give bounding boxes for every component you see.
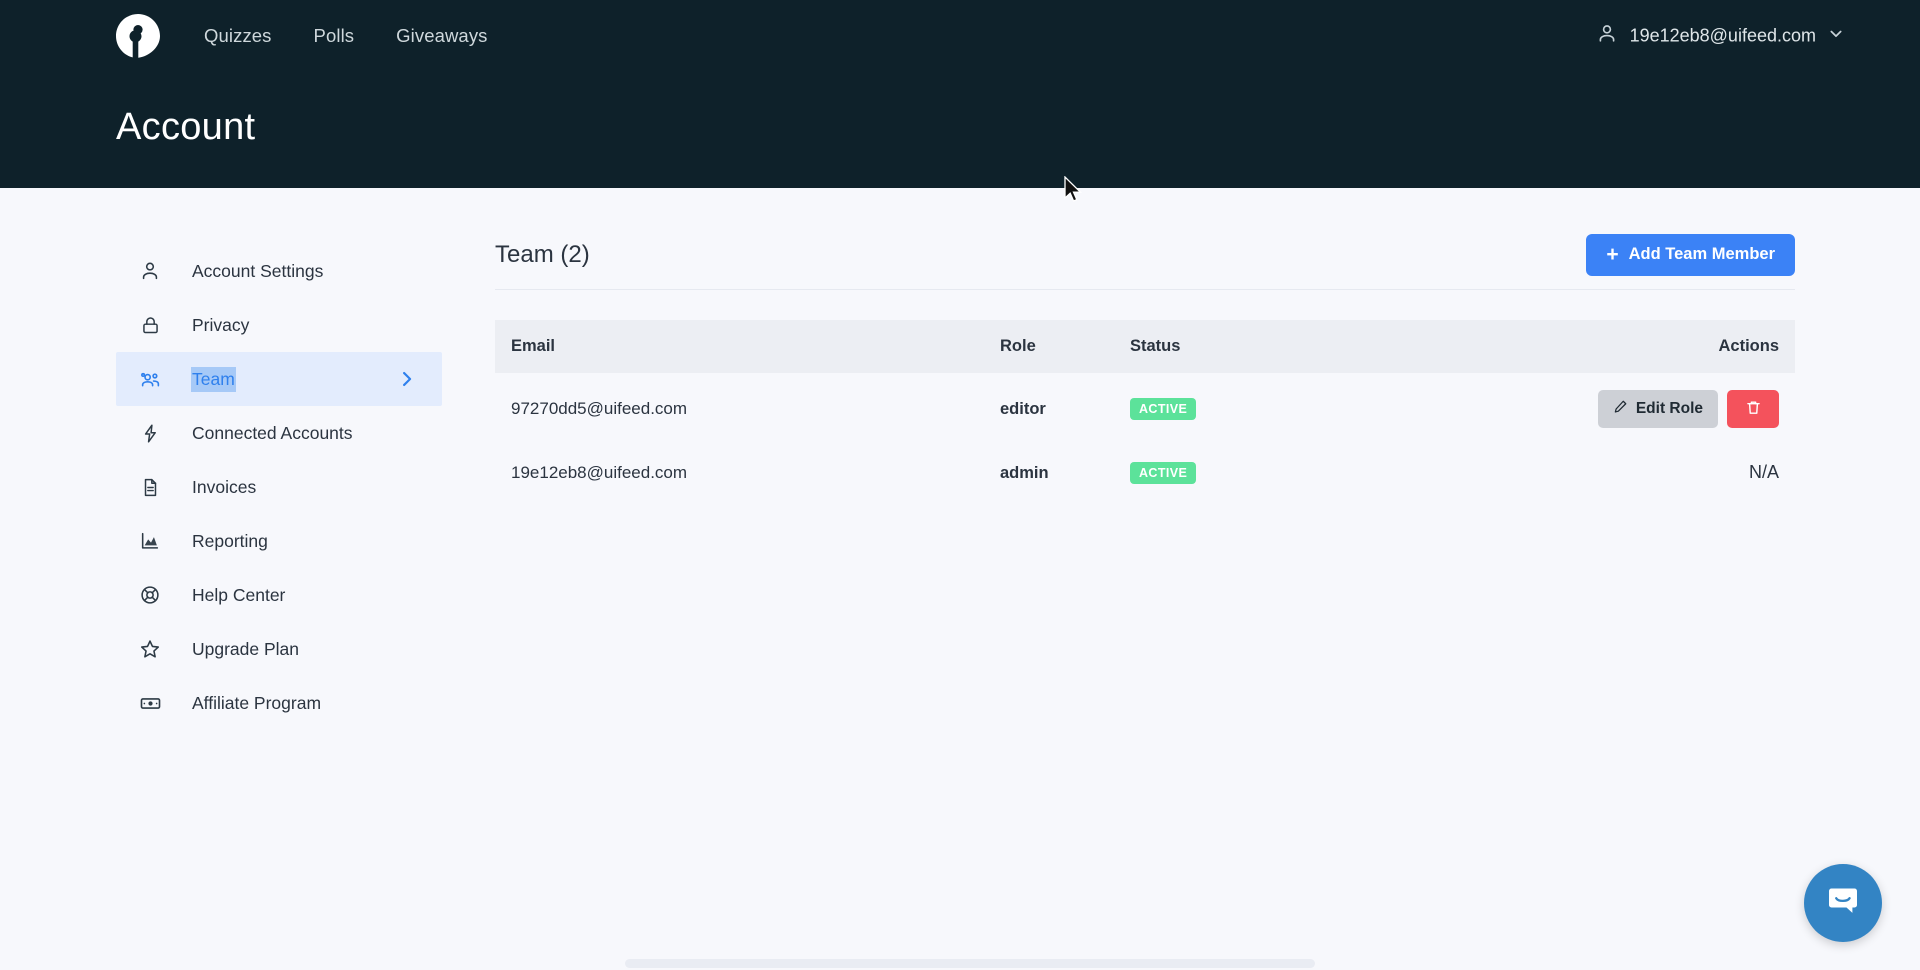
column-header-actions: Actions — [1718, 337, 1779, 355]
sidebar-item-label: Affiliate Program — [192, 692, 322, 713]
primary-nav-row: Quizzes Polls Giveaways 19e12eb8@uifeed.… — [0, 0, 1920, 72]
sidebar-item-team[interactable]: Team — [116, 352, 442, 406]
cell-actions: N/A — [1330, 445, 1795, 501]
user-account-menu[interactable]: 19e12eb8@uifeed.com — [1596, 23, 1844, 50]
cell-email: 19e12eb8@uifeed.com — [511, 462, 688, 482]
nav-link-giveaways[interactable]: Giveaways — [396, 25, 487, 47]
chevron-right-icon — [397, 370, 416, 389]
sidebar-item-label: Account Settings — [192, 260, 324, 281]
user-email-label: 19e12eb8@uifeed.com — [1629, 25, 1816, 46]
sidebar-item-account-settings[interactable]: Account Settings — [116, 244, 442, 298]
column-header-status: Status — [1130, 337, 1181, 355]
life-buoy-icon — [138, 583, 162, 607]
user-icon — [138, 259, 162, 283]
horizontal-scrollbar-thumb[interactable] — [625, 959, 1315, 968]
main-nav: Quizzes Polls Giveaways — [204, 25, 488, 47]
nav-link-polls[interactable]: Polls — [314, 25, 355, 47]
plus-icon: + — [1606, 243, 1619, 266]
trash-icon — [1745, 399, 1762, 419]
document-icon — [138, 475, 162, 499]
edit-role-label: Edit Role — [1635, 400, 1703, 417]
sidebar-item-label: Help Center — [192, 584, 286, 605]
team-table-body: 97270dd5@uifeed.com editor ACTIVE Edit R… — [495, 373, 1795, 501]
team-table-head: Email Role Status Actions — [495, 320, 1795, 373]
sidebar-item-label: Upgrade Plan — [192, 638, 300, 659]
sidebar-item-connected-accounts[interactable]: Connected Accounts — [116, 406, 442, 460]
actions-not-available-label: N/A — [1748, 462, 1779, 483]
add-team-member-label: Add Team Member — [1628, 245, 1775, 263]
sidebar-item-label: Invoices — [192, 476, 257, 497]
sidebar-item-invoices[interactable]: Invoices — [116, 460, 442, 514]
users-group-icon — [138, 367, 162, 391]
lock-icon — [138, 313, 162, 337]
chevron-down-icon — [1828, 26, 1844, 47]
sidebar-item-label: Privacy — [192, 314, 250, 335]
team-panel: Team (2) + Add Team Member Email Role St… — [495, 228, 1795, 501]
sidebar-item-reporting[interactable]: Reporting — [116, 514, 442, 568]
status-badge: ACTIVE — [1130, 462, 1197, 484]
cell-role: admin — [1000, 463, 1049, 482]
horizontal-scrollbar[interactable] — [0, 956, 1920, 970]
intercom-chat-launcher[interactable] — [1804, 864, 1882, 942]
info-circle-logo[interactable] — [114, 12, 162, 60]
sidebar-item-privacy[interactable]: Privacy — [116, 298, 442, 352]
sidebar-item-upgrade-plan[interactable]: Upgrade Plan — [116, 622, 442, 676]
sidebar-item-help-center[interactable]: Help Center — [116, 568, 442, 622]
delete-member-button[interactable] — [1727, 390, 1779, 428]
cell-email: 97270dd5@uifeed.com — [511, 399, 688, 418]
star-icon — [138, 637, 162, 661]
team-table: Email Role Status Actions 97270dd5@uifee… — [495, 320, 1795, 501]
sidebar-item-affiliate-program[interactable]: Affiliate Program — [116, 676, 442, 730]
chat-bubble-smile-icon — [1823, 881, 1863, 926]
chart-area-icon — [138, 529, 162, 553]
pencil-icon — [1613, 399, 1628, 419]
team-panel-header: Team (2) + Add Team Member — [495, 228, 1795, 290]
row-action-group: Edit Role — [1330, 390, 1779, 428]
page-content: Account Settings Privacy Team Connected … — [0, 188, 1920, 970]
account-sidebar: Account Settings Privacy Team Connected … — [116, 244, 442, 730]
top-header-bar: Quizzes Polls Giveaways 19e12eb8@uifeed.… — [0, 0, 1920, 188]
cell-actions: Edit Role — [1330, 373, 1795, 445]
page-title: Account — [116, 106, 256, 148]
table-header-row: Email Role Status Actions — [495, 320, 1795, 373]
nav-link-quizzes[interactable]: Quizzes — [204, 25, 272, 47]
cell-role: editor — [1000, 400, 1046, 418]
team-heading: Team (2) — [495, 240, 590, 268]
status-badge: ACTIVE — [1130, 398, 1197, 420]
user-icon — [1596, 23, 1618, 50]
sidebar-item-label: Team — [191, 366, 236, 392]
table-row: 19e12eb8@uifeed.com admin ACTIVE N/A — [495, 445, 1795, 501]
column-header-email: Email — [511, 337, 556, 355]
sidebar-item-label: Reporting — [192, 530, 268, 551]
edit-role-button[interactable]: Edit Role — [1597, 390, 1718, 428]
table-row: 97270dd5@uifeed.com editor ACTIVE Edit R… — [495, 373, 1795, 445]
add-team-member-button[interactable]: + Add Team Member — [1586, 233, 1795, 276]
sidebar-item-label: Connected Accounts — [192, 422, 353, 443]
lightning-bolt-icon — [138, 421, 162, 445]
column-header-role: Role — [1000, 337, 1036, 355]
banknote-icon — [138, 691, 162, 715]
